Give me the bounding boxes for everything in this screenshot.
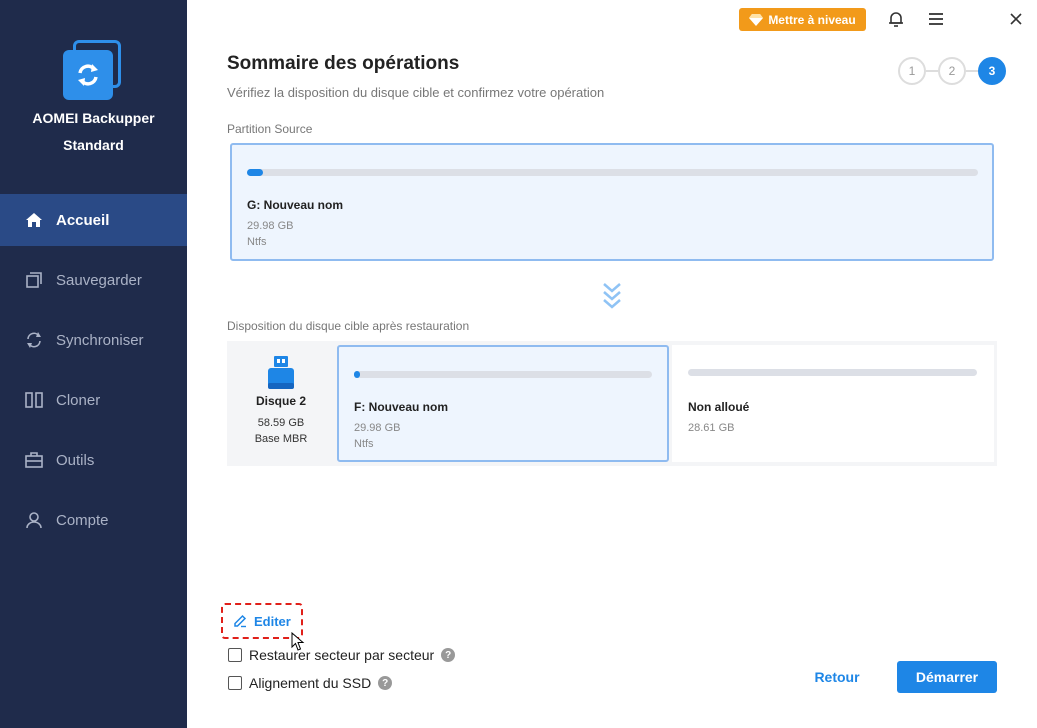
target-disk-label: Disque 2 [255, 394, 306, 408]
source-partition-name: G: Nouveau nom [247, 198, 344, 212]
sidebar: AOMEI Backupper Standard Accueil Sauvega… [0, 0, 187, 728]
chevrons-down-icon [603, 283, 621, 309]
unallocated-partition-name: Non alloué [688, 400, 750, 414]
target-partition-fs: Ntfs [354, 438, 374, 450]
source-partition-size: 29.98 GB [247, 220, 294, 232]
sector-by-sector-option[interactable]: Restaurer secteur par secteur ? [228, 647, 456, 663]
ssd-alignment-label: Alignement du SSD [249, 675, 372, 691]
app-edition: Standard [63, 137, 124, 153]
backup-icon [26, 272, 42, 288]
pencil-icon [234, 614, 247, 628]
step-1: 1 [898, 57, 926, 85]
source-partition-card[interactable]: G: Nouveau nom 29.98 GB Ntfs [230, 143, 994, 261]
home-icon [26, 213, 42, 227]
sidebar-item-label: Synchroniser [56, 331, 144, 349]
step-2: 2 [938, 57, 966, 85]
mouse-cursor-icon [291, 632, 305, 651]
page-title: Sommaire des opérations [227, 53, 460, 74]
page-subtitle: Vérifiez la disposition du disque cible … [227, 85, 605, 100]
sidebar-item-synchroniser[interactable]: Synchroniser [0, 314, 187, 366]
target-partition-name: F: Nouveau nom [354, 400, 449, 414]
diamond-icon [749, 13, 764, 26]
sync-logo-icon [78, 64, 98, 86]
target-disk-type: Base MBR [254, 433, 308, 445]
sector-by-sector-label: Restaurer secteur par secteur [249, 647, 435, 663]
target-usage-bar [354, 371, 652, 378]
app-logo [63, 40, 123, 100]
sync-icon [27, 332, 41, 348]
bell-icon[interactable] [887, 10, 905, 28]
source-section-label: Partition Source [227, 122, 313, 136]
sidebar-nav: Accueil Sauvegarder Synchroniser Cloner … [0, 194, 187, 554]
unallocated-usage-bar [688, 369, 977, 376]
app-name: AOMEI Backupper [32, 110, 155, 126]
step-indicator: 1 2 3 [898, 57, 1006, 85]
source-usage-bar [247, 169, 978, 176]
sidebar-item-sauvegarder[interactable]: Sauvegarder [0, 254, 187, 306]
usb-drive-icon [268, 356, 294, 389]
sidebar-item-accueil[interactable]: Accueil [0, 194, 187, 246]
edit-label: Editer [254, 613, 291, 629]
menu-icon[interactable] [927, 10, 945, 28]
ssd-alignment-option[interactable]: Alignement du SSD ? [228, 675, 393, 691]
sidebar-item-cloner[interactable]: Cloner [0, 374, 187, 426]
target-partition-card[interactable]: F: Nouveau nom 29.98 GB Ntfs [337, 345, 669, 462]
target-section-label: Disposition du disque cible après restau… [227, 319, 470, 333]
start-button[interactable]: Démarrer [897, 661, 997, 693]
tools-icon [25, 452, 43, 468]
sidebar-item-outils[interactable]: Outils [0, 434, 187, 486]
help-icon[interactable]: ? [378, 676, 393, 690]
target-partition-size: 29.98 GB [354, 422, 401, 434]
sidebar-item-label: Accueil [56, 211, 110, 229]
sidebar-item-compte[interactable]: Compte [0, 494, 187, 546]
ssd-alignment-checkbox[interactable] [228, 676, 242, 690]
clone-icon [25, 392, 43, 408]
unallocated-partition-size: 28.61 GB [688, 422, 735, 434]
help-icon[interactable]: ? [441, 648, 456, 662]
sidebar-item-label: Cloner [56, 391, 101, 409]
user-icon [26, 512, 42, 529]
source-partition-fs: Ntfs [247, 236, 267, 248]
close-icon[interactable] [1007, 10, 1025, 28]
unallocated-partition-card[interactable]: Non alloué 28.61 GB [672, 345, 994, 462]
upgrade-button[interactable]: Mettre à niveau [739, 8, 866, 31]
sidebar-item-label: Compte [56, 511, 109, 529]
upgrade-label: Mettre à niveau [768, 12, 856, 27]
sidebar-item-label: Sauvegarder [56, 271, 142, 289]
back-button[interactable]: Retour [800, 661, 874, 693]
sidebar-item-label: Outils [56, 451, 95, 469]
sector-by-sector-checkbox[interactable] [228, 648, 242, 662]
target-disk-info: Disque 2 58.59 GB Base MBR [227, 341, 335, 466]
step-3: 3 [978, 57, 1006, 85]
target-disk-layout: Disque 2 58.59 GB Base MBR F: Nouveau no… [227, 341, 997, 466]
target-disk-size: 58.59 GB [257, 417, 305, 429]
